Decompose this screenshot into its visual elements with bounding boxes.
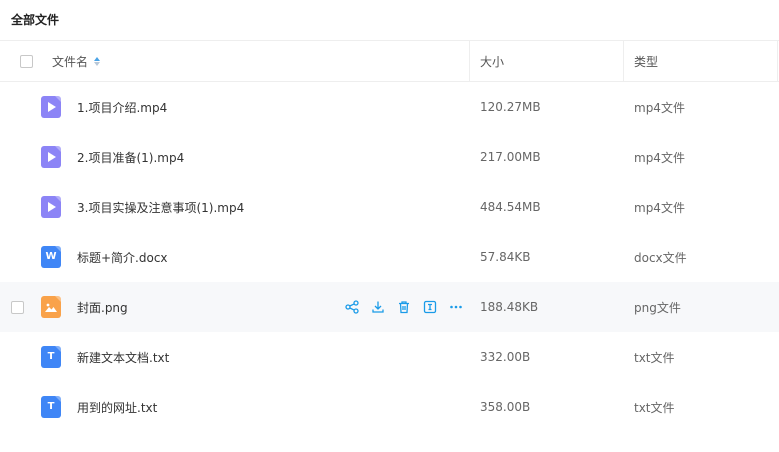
select-all-checkbox-cell[interactable] (20, 41, 33, 81)
video-file-icon (41, 196, 61, 218)
share-icon[interactable] (344, 299, 360, 315)
column-header-name[interactable]: 文件名 (52, 41, 101, 81)
file-type: docx文件 (634, 250, 687, 265)
table-row[interactable]: W 标题+简介.docx 57.84KB docx文件 (0, 232, 779, 282)
column-header-type[interactable]: 类型 (634, 41, 658, 81)
file-name[interactable]: 用到的网址.txt (77, 382, 157, 432)
column-divider (469, 41, 470, 81)
column-header-type-label: 类型 (634, 54, 659, 69)
word-file-icon: W (41, 246, 61, 268)
file-size: 332.00B (480, 350, 531, 364)
table-row[interactable]: T 用到的网址.txt 358.00B txt文件 (0, 382, 779, 432)
image-file-icon (41, 296, 61, 318)
row-checkbox[interactable] (11, 300, 24, 314)
column-divider (623, 41, 624, 81)
file-type: png文件 (634, 300, 681, 315)
column-header-name-label: 文件名 (52, 54, 89, 69)
file-type: mp4文件 (634, 200, 685, 215)
table-header: 文件名 大小 类型 (0, 41, 779, 82)
file-name[interactable]: 2.项目准备(1).mp4 (77, 132, 184, 182)
file-name[interactable]: 1.项目介绍.mp4 (77, 82, 167, 132)
table-row[interactable]: 1.项目介绍.mp4 120.27MB mp4文件 (0, 82, 779, 132)
file-size: 358.00B (480, 400, 531, 414)
file-size: 57.84KB (480, 250, 531, 264)
download-icon[interactable] (370, 299, 386, 315)
sort-icon[interactable] (94, 56, 101, 66)
file-type: mp4文件 (634, 150, 685, 165)
file-type: txt文件 (634, 400, 675, 415)
select-all-checkbox[interactable] (20, 54, 33, 68)
file-size: 188.48KB (480, 300, 539, 314)
video-file-icon (41, 146, 61, 168)
file-size: 217.00MB (480, 150, 541, 164)
file-size: 484.54MB (480, 200, 541, 214)
column-divider (777, 41, 778, 81)
file-name[interactable]: 标题+简介.docx (77, 232, 168, 282)
rename-icon[interactable] (422, 299, 438, 315)
file-name[interactable]: 封面.png (77, 282, 128, 332)
table-row[interactable]: 封面.png 188.48KB png文件 (0, 282, 779, 332)
more-icon[interactable] (448, 299, 464, 315)
table-row[interactable]: 2.项目准备(1).mp4 217.00MB mp4文件 (0, 132, 779, 182)
delete-icon[interactable] (396, 299, 412, 315)
table-row[interactable]: T 新建文本文档.txt 332.00B txt文件 (0, 332, 779, 382)
file-size: 120.27MB (480, 100, 541, 114)
text-file-icon: T (41, 346, 61, 368)
row-actions (344, 282, 464, 332)
file-type: txt文件 (634, 350, 675, 365)
page-title: 全部文件 (11, 13, 60, 27)
column-header-size-label: 大小 (480, 54, 505, 69)
table-row[interactable]: 3.项目实操及注意事项(1).mp4 484.54MB mp4文件 (0, 182, 779, 232)
file-type: mp4文件 (634, 100, 685, 115)
column-header-size[interactable]: 大小 (480, 41, 504, 81)
file-name[interactable]: 3.项目实操及注意事项(1).mp4 (77, 182, 244, 232)
video-file-icon (41, 96, 61, 118)
file-name[interactable]: 新建文本文档.txt (77, 332, 169, 382)
text-file-icon: T (41, 396, 61, 418)
